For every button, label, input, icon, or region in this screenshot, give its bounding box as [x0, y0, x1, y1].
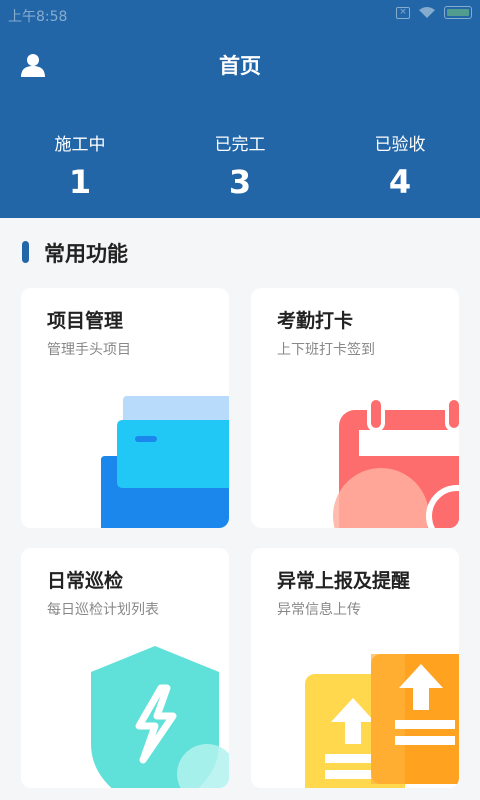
- card-title: 异常上报及提醒: [277, 570, 411, 592]
- stat-value: 1: [68, 163, 92, 201]
- card-daily-inspection[interactable]: 日常巡检 每日巡检计划列表: [21, 548, 229, 788]
- card-project-management[interactable]: 项目管理 管理手头项目: [21, 288, 229, 528]
- no-sim-icon: ×: [396, 6, 410, 19]
- battery-icon: [444, 6, 472, 19]
- stat-value: 3: [228, 163, 252, 201]
- page-title: 首页: [219, 54, 261, 78]
- card-subtitle: 上下班打卡签到: [277, 342, 375, 358]
- card-subtitle: 管理手头项目: [47, 342, 131, 358]
- section-marker: [22, 241, 29, 263]
- stat-label: 施工中: [54, 135, 106, 155]
- section-title: 常用功能: [44, 242, 128, 266]
- stat-label: 已验收: [374, 135, 426, 155]
- card-attendance[interactable]: 考勤打卡 上下班打卡签到: [251, 288, 459, 528]
- header: 上午8:58 × 首页 施工中 1 已完工 3 已验收 4: [0, 0, 480, 218]
- status-icons: ×: [396, 6, 472, 19]
- card-title: 日常巡检: [47, 570, 124, 592]
- stat-accepted[interactable]: 已验收 4: [320, 130, 480, 201]
- status-bar: 上午8:58 ×: [0, 0, 480, 30]
- stat-in-construction[interactable]: 施工中 1: [0, 130, 160, 201]
- card-title: 项目管理: [47, 310, 124, 332]
- card-exception-report[interactable]: 异常上报及提醒 异常信息上传: [251, 548, 459, 788]
- card-subtitle: 异常信息上传: [277, 602, 361, 618]
- card-title: 考勤打卡: [277, 310, 354, 332]
- card-subtitle: 每日巡检计划列表: [47, 602, 159, 618]
- stat-label: 已完工: [214, 135, 266, 155]
- status-time: 上午8:58: [8, 9, 68, 25]
- stat-value: 4: [388, 163, 412, 201]
- wifi-icon: [419, 6, 435, 18]
- stat-completed[interactable]: 已完工 3: [160, 130, 320, 201]
